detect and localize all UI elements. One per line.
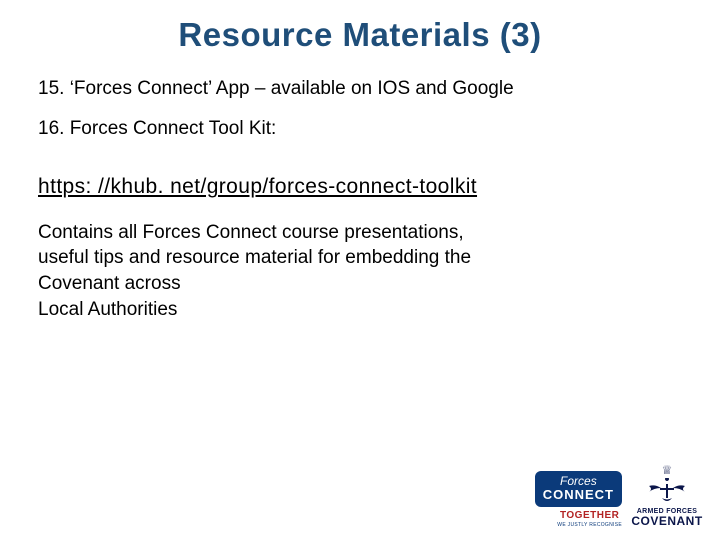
description-text: Contains all Forces Connect course prese… — [38, 220, 682, 323]
armed-forces-covenant-logo: ♕ ARMED FORCES COVENANT — [632, 464, 702, 528]
desc-line: useful tips and resource material for em… — [38, 247, 471, 268]
list-item-16: 16. Forces Connect Tool Kit: — [38, 116, 682, 142]
anchor-wings-icon — [643, 478, 691, 506]
crown-icon: ♕ — [662, 464, 673, 476]
forces-connect-logo: Forces CONNECT TOGETHER WE JUSTLY RECOGN… — [535, 471, 622, 528]
desc-line: Contains all Forces Connect course prese… — [38, 222, 464, 243]
desc-line: Local Authorities — [38, 299, 177, 320]
fc-subbadge: TOGETHER WE JUSTLY RECOGNISE — [557, 510, 622, 528]
covenant-line2: COVENANT — [631, 514, 702, 528]
list-item-15: 15. ‘Forces Connect’ App – available on … — [38, 76, 682, 102]
desc-line: Covenant across — [38, 273, 181, 294]
fc-together: TOGETHER — [557, 510, 622, 521]
forces-connect-badge: Forces CONNECT — [535, 471, 622, 507]
fc-line1: Forces — [543, 475, 614, 487]
fc-line2: CONNECT — [543, 488, 614, 501]
logo-strip: Forces CONNECT TOGETHER WE JUSTLY RECOGN… — [535, 464, 702, 528]
slide-title: Resource Materials (3) — [0, 0, 720, 54]
slide-body: 15. ‘Forces Connect’ App – available on … — [0, 54, 720, 322]
decorative-blob — [0, 350, 240, 540]
fc-tagline: WE JUSTLY RECOGNISE — [557, 522, 622, 528]
toolkit-link[interactable]: https: //khub. net/group/forces-connect-… — [38, 173, 477, 201]
